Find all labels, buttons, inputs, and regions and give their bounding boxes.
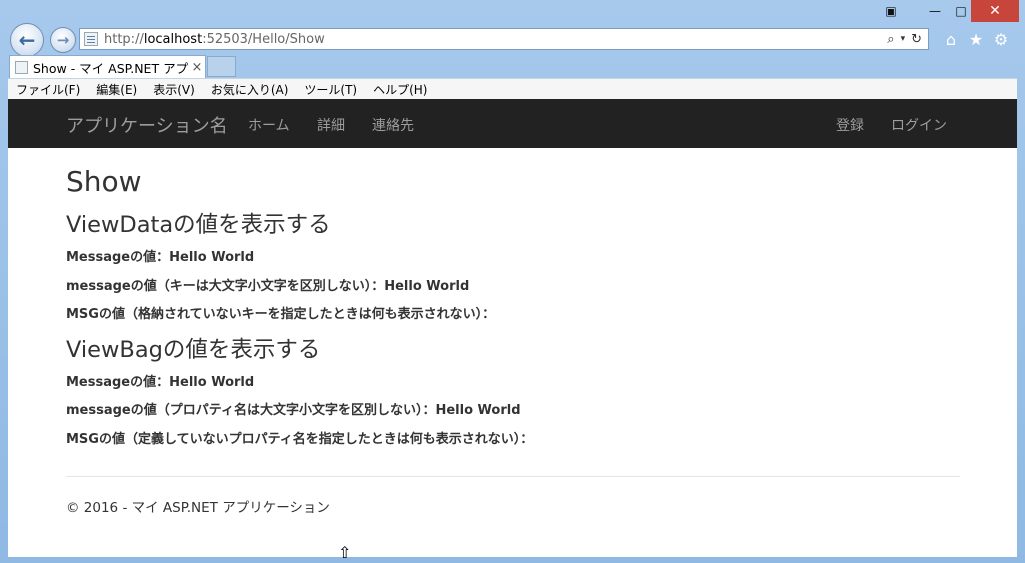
page-icon: [84, 32, 98, 46]
tab-title: Show - マイ ASP.NET アプ...: [33, 60, 189, 76]
viewdata-line-2: messageの値（キーは大文字小文字を区別しない）：Hello World: [66, 279, 470, 294]
nav-about[interactable]: 詳細: [317, 115, 345, 135]
refresh-icon[interactable]: ↻: [911, 32, 922, 47]
menu-file[interactable]: ファイル(F): [8, 81, 88, 98]
url-host: localhost: [143, 31, 203, 47]
viewbag-heading: ViewBagの値を表示する: [66, 337, 321, 363]
nav-home[interactable]: ホーム: [248, 115, 290, 135]
menu-tools[interactable]: ツール(T): [296, 81, 365, 98]
restore-window-icon[interactable]: ▣: [878, 0, 904, 22]
menu-view[interactable]: 表示(V): [145, 81, 203, 98]
nav-register[interactable]: 登録: [836, 115, 864, 135]
page-footer: © 2016 - マイ ASP.NET アプリケーション: [66, 500, 330, 516]
menu-bar: ファイル(F) 編集(E) 表示(V) お気に入り(A) ツール(T) ヘルプ(…: [8, 78, 1017, 99]
address-bar[interactable]: http://localhost:52503/Hello/Show ⌕ ▾ ↻: [79, 28, 929, 50]
tab-page-icon: [15, 60, 28, 74]
nav-login[interactable]: ログイン: [891, 115, 947, 135]
page-title: Show: [66, 165, 142, 198]
close-button[interactable]: ✕: [971, 0, 1019, 22]
viewdata-heading: ViewDataの値を表示する: [66, 212, 331, 238]
home-icon[interactable]: ⌂: [940, 28, 962, 50]
forward-button[interactable]: →: [50, 27, 76, 53]
new-tab-button[interactable]: [207, 56, 236, 77]
mouse-cursor-icon: ⇧: [338, 543, 352, 562]
menu-edit[interactable]: 編集(E): [88, 81, 145, 98]
page-content: アプリケーション名 ホーム 詳細 連絡先 登録 ログイン Show ViewDa…: [8, 99, 1017, 557]
arrow-left-icon: ←: [18, 28, 36, 52]
viewbag-line-2: messageの値（プロパティ名は大文字小文字を区別しない）：Hello Wor…: [66, 403, 521, 418]
nav-contact[interactable]: 連絡先: [372, 115, 414, 135]
main-body: Show ViewDataの値を表示する Messageの値：Hello Wor…: [66, 165, 960, 449]
menu-favorites[interactable]: お気に入り(A): [203, 81, 297, 98]
arrow-right-icon: →: [56, 31, 70, 49]
minimize-button[interactable]: —: [922, 0, 948, 22]
footer-divider: [66, 476, 960, 477]
viewdata-line-1: Messageの値：Hello World: [66, 250, 255, 265]
site-navbar: アプリケーション名 ホーム 詳細 連絡先 登録 ログイン: [8, 99, 1017, 148]
viewdata-line-3: MSGの値（格納されていないキーを指定したときは何も表示されない）：: [66, 307, 496, 322]
tab-show[interactable]: Show - マイ ASP.NET アプ... ×: [9, 55, 206, 78]
site-brand[interactable]: アプリケーション名: [66, 112, 228, 138]
url-scheme: http://: [104, 31, 144, 47]
menu-help[interactable]: ヘルプ(H): [365, 81, 435, 98]
dropdown-arrow-icon[interactable]: ▾: [901, 34, 906, 44]
url-path: :52503/Hello/Show: [202, 31, 325, 47]
viewbag-line-3: MSGの値（定義していないプロパティ名を指定したときは何も表示されない）：: [66, 432, 534, 447]
url-text[interactable]: http://localhost:52503/Hello/Show: [104, 32, 887, 47]
favorites-star-icon[interactable]: ★: [965, 28, 987, 50]
tab-close-icon[interactable]: ×: [189, 60, 205, 75]
browser-window: ▣ — □ ✕ ← → http://localhost:52503/Hello…: [0, 0, 1025, 563]
viewbag-line-1: Messageの値：Hello World: [66, 375, 255, 390]
back-button[interactable]: ←: [10, 23, 44, 57]
gear-icon[interactable]: ⚙: [990, 28, 1012, 50]
search-icon[interactable]: ⌕: [887, 32, 894, 47]
